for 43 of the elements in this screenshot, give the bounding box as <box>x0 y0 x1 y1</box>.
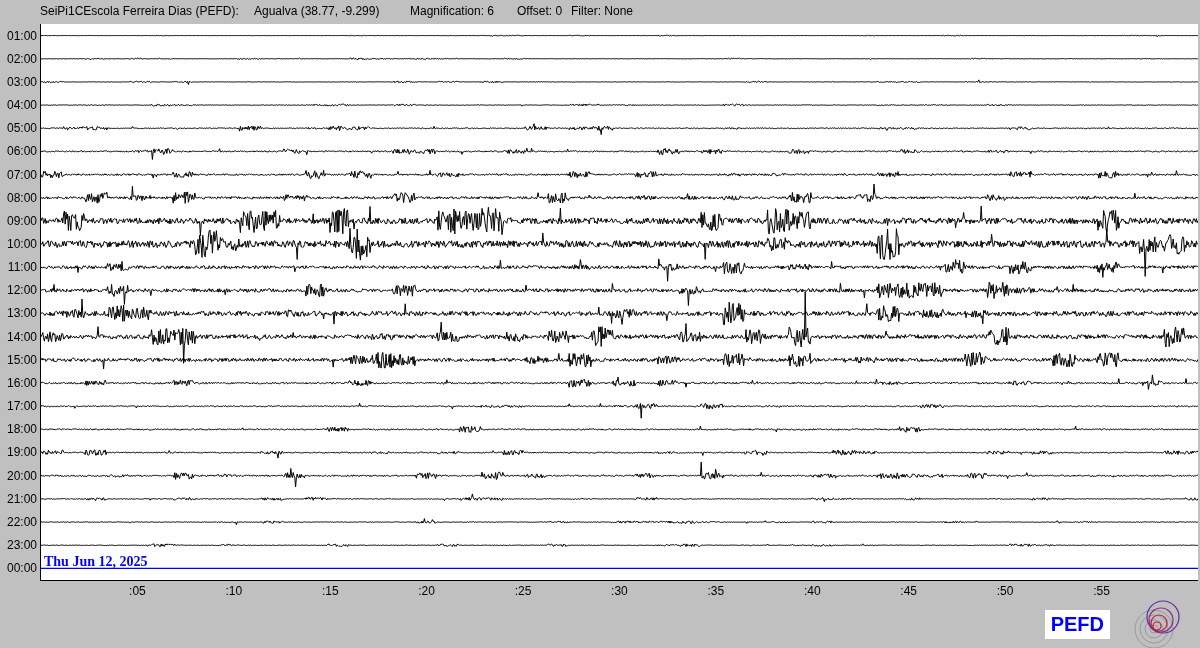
hour-label: 19:00 <box>6 445 37 460</box>
hour-label: 22:00 <box>6 514 37 529</box>
hour-label: 10:00 <box>6 237 37 251</box>
offset: Offset: 0 <box>517 4 564 18</box>
minute-tick-label: :15 <box>321 584 339 598</box>
minute-tick-label: :35 <box>707 584 725 598</box>
hour-label: 12:00 <box>6 283 37 298</box>
hour-label: 00:00 <box>6 561 37 576</box>
minute-tick-label: :45 <box>900 584 917 598</box>
minute-tick-label: :50 <box>996 584 1014 598</box>
date-label: Thu Jun 12, 2025 <box>44 554 148 570</box>
filter: Filter: None <box>571 4 634 18</box>
hour-label: 13:00 <box>6 306 37 321</box>
hour-label: 04:00 <box>6 98 37 113</box>
station-logo: PEFD <box>1044 609 1110 639</box>
hour-label: 02:00 <box>6 51 37 66</box>
magnification: Magnification: 6 <box>410 4 496 18</box>
hour-label: 05:00 <box>6 121 37 136</box>
minute-tick-label: :20 <box>418 584 435 598</box>
hour-label: 08:00 <box>6 190 37 205</box>
hour-label: 20:00 <box>6 468 37 483</box>
hour-label: 01:00 <box>6 28 37 43</box>
hour-label: 11:00 <box>7 260 37 275</box>
hour-label: 17:00 <box>6 399 37 414</box>
hour-label: 16:00 <box>6 375 37 390</box>
station-name: SeiPi1CEscola Ferreira Dias (PEFD): <box>40 4 240 18</box>
minute-tick-label: :40 <box>803 584 821 598</box>
hour-label: 07:00 <box>6 167 37 182</box>
minute-tick-label: :55 <box>1093 584 1110 598</box>
hour-label: 09:00 <box>6 213 37 228</box>
hour-label: 14:00 <box>6 329 37 344</box>
minute-tick-label: :10 <box>225 584 243 598</box>
minute-tick-label: :05 <box>129 584 146 598</box>
hour-label: 23:00 <box>6 538 37 552</box>
hour-label: 21:00 <box>6 491 37 506</box>
concentric-rings-icon <box>1132 599 1182 648</box>
hour-label: 03:00 <box>6 74 37 89</box>
location: Agualva (38.77, -9.299) <box>254 4 381 18</box>
hour-label: 18:00 <box>6 422 37 437</box>
hour-label: 15:00 <box>6 352 37 367</box>
hour-label: 06:00 <box>6 144 37 159</box>
minute-tick-label: :30 <box>611 584 628 598</box>
minute-tick-label: :25 <box>514 584 532 598</box>
